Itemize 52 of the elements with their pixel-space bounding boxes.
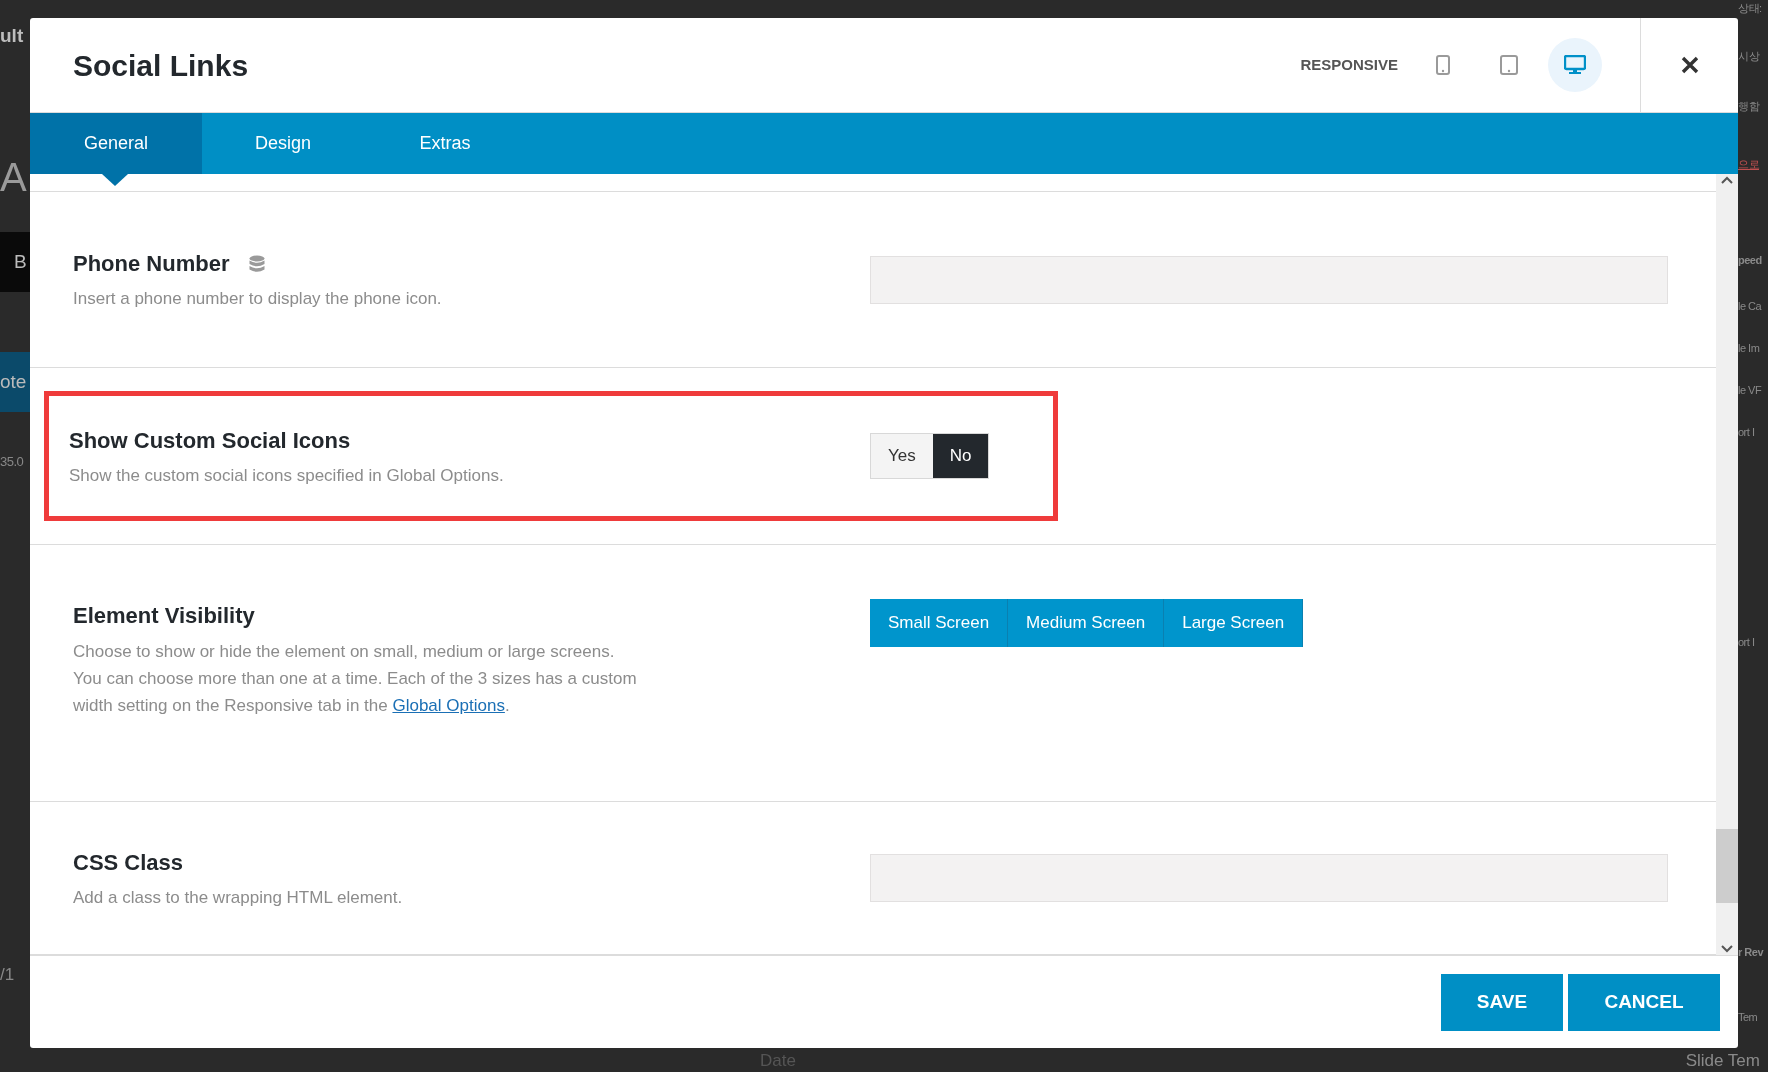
chevron-down-icon: [1721, 945, 1733, 953]
background-text: 행함: [1738, 99, 1761, 114]
close-icon: [1680, 56, 1699, 74]
chevron-up-icon: [1721, 176, 1733, 184]
active-tab-pointer: [102, 174, 128, 186]
scrollbar[interactable]: [1716, 174, 1738, 955]
background-text: r Rev: [1738, 945, 1765, 960]
background-text: ort I: [1738, 425, 1756, 440]
background-text: le Ca: [1738, 299, 1763, 314]
scrollbar-thumb[interactable]: [1716, 829, 1738, 903]
tablet-icon: [1500, 55, 1518, 75]
save-button[interactable]: SAVE: [1441, 973, 1563, 1031]
modal-title: Social Links: [73, 47, 249, 84]
toggle-option[interactable]: Yes: [871, 434, 933, 478]
background-text: B: [0, 232, 30, 292]
tab[interactable]: Extras: [364, 113, 526, 174]
visibility-option[interactable]: Large Screen: [1164, 599, 1304, 647]
background-text: ult: [0, 24, 25, 48]
text-field[interactable]: [870, 255, 1668, 304]
setting-description: Insert a phone number to display the phone icon.: [73, 288, 443, 311]
background-text: ote: [0, 352, 30, 412]
background-text: Tem: [1738, 1010, 1759, 1025]
background-text: 상태:: [1738, 1, 1763, 16]
setting-label: Phone Number: [73, 250, 230, 279]
text-field[interactable]: [870, 854, 1668, 902]
background-text: peed: [1738, 253, 1763, 268]
background-text: 35.0: [0, 453, 25, 471]
cancel-button[interactable]: CANCEL: [1568, 973, 1720, 1031]
setting-description: Add a class to the wrapping HTML element.: [73, 886, 404, 909]
visibility-option[interactable]: Small Screen: [870, 599, 1009, 647]
background-text: A: [0, 154, 28, 201]
setting-label: CSS Class: [73, 848, 184, 877]
phone-icon: [1436, 55, 1450, 75]
tab[interactable]: General: [30, 113, 202, 174]
setting-label: Element Visibility: [73, 602, 255, 630]
background-text: 시상: [1738, 49, 1761, 64]
background-text: le Im: [1738, 341, 1761, 356]
background-text: 으로: [1738, 157, 1760, 172]
visibility-option[interactable]: Medium Screen: [1008, 599, 1165, 647]
background-text: /1: [0, 964, 16, 986]
setting-description: Show the custom social icons specified in Global Options.: [69, 464, 505, 487]
setting-description: Choose to show or hide the element on small, medium or large screens. You can choose more than one at a time. Each of the 3 sizes has a custom width setting on the Responsive tab in the Global Options.: [73, 641, 638, 717]
monitor-icon: [1564, 55, 1586, 75]
toggle-option[interactable]: No: [932, 434, 989, 478]
responsive-label: RESPONSIVE: [1300, 54, 1398, 75]
tab[interactable]: Design: [202, 113, 364, 174]
background-text: Slide Tem: [1685, 1050, 1760, 1072]
global-options-link[interactable]: Global Options: [392, 696, 505, 715]
database-icon: [249, 254, 266, 273]
background-text: le VF: [1738, 383, 1763, 398]
setting-label: Show Custom Social Icons: [69, 426, 351, 455]
background-text: ort I: [1738, 635, 1756, 650]
